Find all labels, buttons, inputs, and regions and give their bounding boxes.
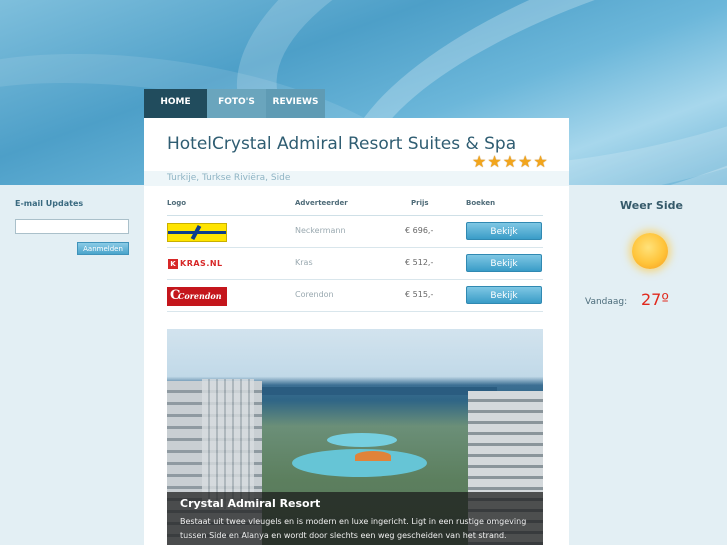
tab-reviews[interactable]: REVIEWS [266, 89, 325, 118]
star-icon: ★ [502, 152, 518, 171]
sun-icon [632, 233, 668, 269]
col-logo: Logo [167, 199, 187, 207]
star-icon: ★ [533, 152, 548, 171]
star-icon: ★ [487, 152, 502, 171]
col-advertiser: Adverteerder [295, 199, 348, 207]
offer-price: € 696,- [405, 226, 434, 235]
corendon-logo-text: Corendon [178, 291, 222, 301]
advertiser-name: Kras [295, 258, 313, 267]
corendon-logo[interactable]: C Corendon [167, 287, 227, 306]
offer-price: € 512,- [405, 258, 434, 267]
weather-temperature: 27º [641, 290, 669, 309]
table-row: Neckermann € 696,- Bekijk [167, 216, 543, 248]
kras-mark-icon: K [168, 259, 178, 269]
offers-table: Logo Adverteerder Prijs Boeken Neckerman… [167, 198, 543, 312]
photo-sea [227, 387, 497, 395]
neckermann-logo[interactable] [167, 223, 227, 242]
photo-pool [327, 433, 397, 447]
kras-logo-text: KRAS.NL [180, 259, 223, 268]
view-offer-button[interactable]: Bekijk [466, 222, 542, 240]
tab-fotos[interactable]: FOTO'S [207, 89, 266, 118]
weather-title: Weer Side [620, 199, 683, 212]
newsletter-panel: E-mail Updates Aanmelden [15, 199, 130, 255]
hotel-photo[interactable]: Crystal Admiral Resort Bestaat uit twee … [167, 329, 543, 545]
photo-caption: Crystal Admiral Resort Bestaat uit twee … [167, 492, 543, 545]
hotel-title: HotelCrystal Admiral Resort Suites & Spa [167, 134, 517, 154]
star-icon: ★ [518, 152, 533, 171]
tab-home[interactable]: HOME [144, 89, 207, 118]
advertiser-name: Neckermann [295, 226, 346, 235]
star-rating: ★ ★ ★ ★ ★ [472, 154, 548, 170]
main-nav: HOME FOTO'S REVIEWS [144, 89, 325, 118]
email-field[interactable] [15, 219, 129, 234]
col-book: Boeken [466, 199, 496, 207]
table-header: Logo Adverteerder Prijs Boeken [167, 198, 543, 216]
col-price: Prijs [411, 199, 429, 207]
weather-label: Vandaag: [585, 297, 628, 307]
hotel-panel: HotelCrystal Admiral Resort Suites & Spa… [144, 118, 569, 545]
advertiser-name: Corendon [295, 290, 334, 299]
caption-text: Bestaat uit twee vleugels en is modern e… [180, 517, 527, 540]
weather-panel: Weer Side Vandaag: 27º [569, 185, 727, 545]
caption-title: Crystal Admiral Resort [180, 497, 321, 510]
view-offer-button[interactable]: Bekijk [466, 286, 542, 304]
photo-umbrella [355, 451, 391, 461]
table-row: K KRAS.NL Kras € 512,- Bekijk [167, 248, 543, 280]
offer-price: € 515,- [405, 290, 434, 299]
photo-building [202, 379, 254, 509]
star-icon: ★ [472, 152, 487, 171]
hotel-location: Turkije, Turkse Riviëra, Side [167, 173, 291, 183]
kras-logo[interactable]: K KRAS.NL [167, 255, 227, 274]
view-offer-button[interactable]: Bekijk [466, 254, 542, 272]
newsletter-label: E-mail Updates [15, 199, 84, 208]
subscribe-button[interactable]: Aanmelden [77, 242, 129, 255]
table-row: C Corendon Corendon € 515,- Bekijk [167, 280, 543, 312]
